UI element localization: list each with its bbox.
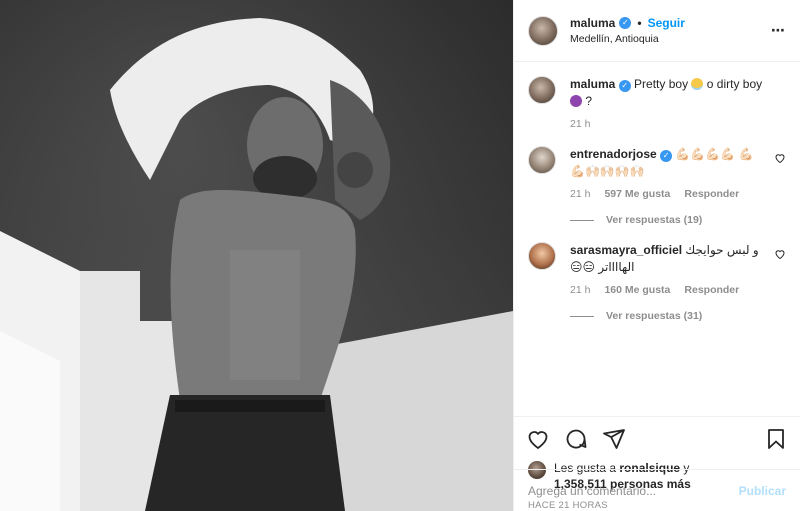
post-location[interactable]: Medellín, Antioquia xyxy=(570,33,685,45)
post-photo[interactable] xyxy=(0,0,513,511)
caption-avatar[interactable] xyxy=(528,76,556,104)
photo-subject xyxy=(110,18,391,511)
comment-time[interactable]: 21 h xyxy=(570,284,590,296)
angel-emoji-icon xyxy=(691,78,704,90)
publish-button[interactable]: Publicar xyxy=(739,484,786,498)
comment-item: sarasmayra_officiel و لبس حوايجك الهاااا… xyxy=(528,242,786,322)
verified-badge-icon: ✓ xyxy=(619,17,632,29)
small-heart-icon[interactable] xyxy=(774,248,786,260)
comment-icon[interactable] xyxy=(564,427,588,451)
more-options-icon[interactable]: ⋯ xyxy=(771,22,786,39)
caption-text-part1: Pretty boy xyxy=(634,77,689,91)
header-line: maluma ✓ • Seguir xyxy=(570,16,685,30)
verified-badge-icon: ✓ xyxy=(618,80,631,92)
view-replies[interactable]: Ver respuestas (31) xyxy=(570,310,764,322)
small-heart-icon[interactable] xyxy=(774,152,786,164)
caption-text-part3: ? xyxy=(585,94,593,108)
devil-emoji-icon xyxy=(570,95,582,107)
caption: maluma ✓ Pretty boy o dirty boy ? 21 h xyxy=(528,76,786,130)
comment-input[interactable]: Agrega un comentario... xyxy=(528,484,739,498)
author-username[interactable]: maluma xyxy=(570,16,615,30)
comment-meta: 21 h 160 Me gusta Responder xyxy=(570,284,764,296)
heart-icon[interactable] xyxy=(526,427,550,451)
comment-meta: 21 h 597 Me gusta Responder xyxy=(570,188,764,200)
post-header: maluma ✓ • Seguir Medellín, Antioquia ⋯ xyxy=(514,0,800,62)
comment-reply-button[interactable]: Responder xyxy=(684,188,739,200)
add-comment-bar: Agrega un comentario... Publicar xyxy=(514,469,800,511)
verified-badge-icon: ✓ xyxy=(660,150,673,162)
replies-line xyxy=(570,315,594,317)
header-text: maluma ✓ • Seguir Medellín, Antioquia xyxy=(570,16,685,45)
view-replies[interactable]: Ver respuestas (19) xyxy=(570,214,764,226)
action-bar xyxy=(514,416,800,460)
bookmark-icon[interactable] xyxy=(764,427,788,451)
comments-list[interactable]: maluma ✓ Pretty boy o dirty boy ? 21 h e… xyxy=(514,62,800,416)
replies-line xyxy=(570,219,594,221)
caption-username[interactable]: maluma xyxy=(570,77,615,91)
caption-meta: 21 h xyxy=(570,118,764,130)
comment-text: entrenadorjose ✓ 💪🏻💪🏻💪🏻💪🏻 💪🏻💪🏻🙌🏻🙌🏻🙌🏻🙌🏻 xyxy=(570,146,764,180)
follow-button[interactable]: Seguir xyxy=(648,16,685,30)
comment-body: sarasmayra_officiel و لبس حوايجك الهاااا… xyxy=(570,242,786,322)
separator-dot: • xyxy=(637,16,642,30)
view-replies-label: Ver respuestas (19) xyxy=(606,214,703,226)
commenter-avatar[interactable] xyxy=(528,242,556,270)
caption-body: maluma ✓ Pretty boy o dirty boy ? 21 h xyxy=(570,76,786,130)
caption-time[interactable]: 21 h xyxy=(570,118,590,130)
instagram-post: maluma ✓ • Seguir Medellín, Antioquia ⋯ … xyxy=(0,0,800,511)
comment-body: entrenadorjose ✓ 💪🏻💪🏻💪🏻💪🏻 💪🏻💪🏻🙌🏻🙌🏻🙌🏻🙌🏻 2… xyxy=(570,146,786,226)
author-avatar[interactable] xyxy=(528,15,558,46)
comment-username[interactable]: entrenadorjose xyxy=(570,147,657,161)
post-side-panel: maluma ✓ • Seguir Medellín, Antioquia ⋯ … xyxy=(513,0,800,511)
caption-text: maluma ✓ Pretty boy o dirty boy ? xyxy=(570,76,764,110)
comment-reply-button[interactable]: Responder xyxy=(684,284,739,296)
comment-time[interactable]: 21 h xyxy=(570,188,590,200)
caption-text-part2: o dirty boy xyxy=(706,77,763,91)
comment-likes[interactable]: 597 Me gusta xyxy=(604,188,670,200)
share-icon[interactable] xyxy=(602,427,626,451)
view-replies-label: Ver respuestas (31) xyxy=(606,310,703,322)
comment-likes[interactable]: 160 Me gusta xyxy=(604,284,670,296)
commenter-avatar[interactable] xyxy=(528,146,556,174)
comment-text: sarasmayra_officiel و لبس حوايجك الهاااا… xyxy=(570,242,764,276)
comment-item: entrenadorjose ✓ 💪🏻💪🏻💪🏻💪🏻 💪🏻💪🏻🙌🏻🙌🏻🙌🏻🙌🏻 2… xyxy=(528,146,786,226)
comment-username[interactable]: sarasmayra_officiel xyxy=(570,243,682,257)
